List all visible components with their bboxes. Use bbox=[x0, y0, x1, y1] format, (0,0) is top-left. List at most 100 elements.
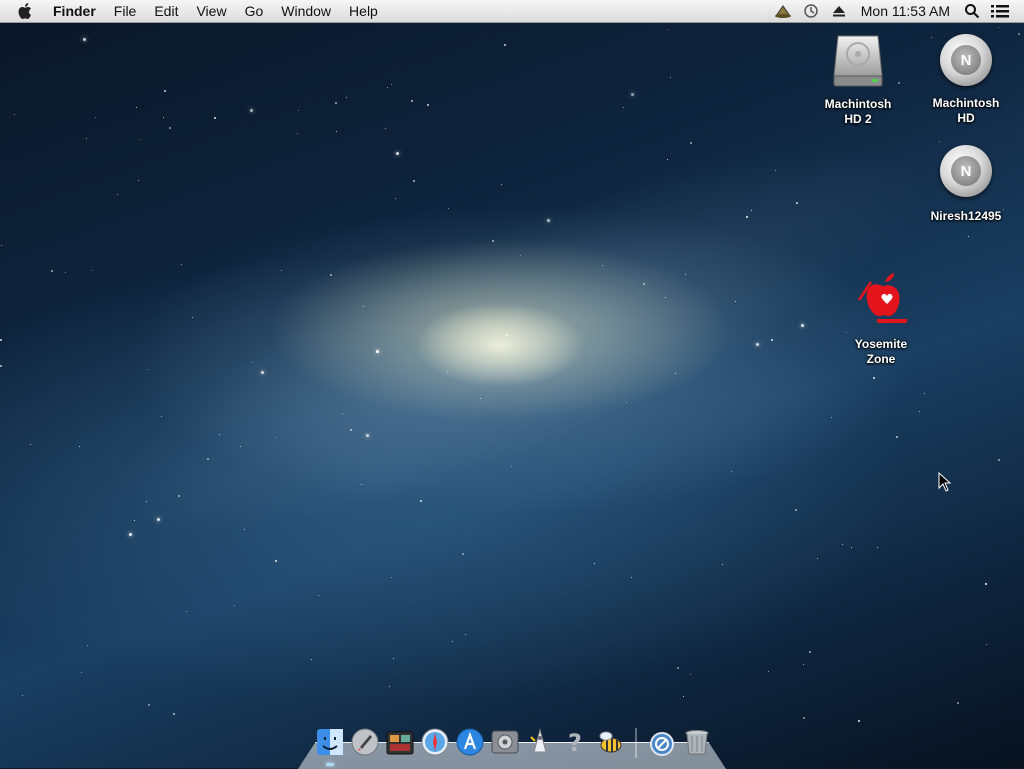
disc-icon: N bbox=[940, 145, 992, 197]
star bbox=[771, 339, 773, 341]
star bbox=[685, 274, 686, 275]
star bbox=[801, 324, 804, 327]
desktop-icon-niresh12495[interactable]: N Niresh12495 bbox=[918, 145, 1014, 224]
launchpad-icon[interactable] bbox=[349, 726, 381, 758]
star bbox=[751, 210, 752, 211]
star bbox=[129, 533, 132, 536]
star bbox=[396, 152, 399, 155]
bee-app-icon[interactable] bbox=[594, 726, 626, 758]
star bbox=[501, 184, 502, 185]
star bbox=[492, 240, 494, 242]
star bbox=[795, 509, 797, 511]
star bbox=[896, 436, 898, 438]
desktop-icon-machintosh-hd[interactable]: N Machintosh HD bbox=[918, 34, 1014, 126]
finder-icon[interactable] bbox=[314, 726, 346, 766]
star bbox=[178, 495, 180, 497]
star bbox=[346, 97, 347, 98]
star bbox=[234, 605, 235, 606]
menu-go[interactable]: Go bbox=[236, 0, 273, 22]
menu-file[interactable]: File bbox=[105, 0, 146, 22]
star bbox=[91, 270, 92, 271]
star bbox=[873, 377, 875, 379]
photo-booth-icon[interactable] bbox=[384, 726, 416, 758]
desktop-icon-label: Machintosh HD 2 bbox=[824, 97, 892, 126]
wizard-app-icon[interactable] bbox=[524, 726, 556, 758]
dock-separator bbox=[635, 728, 637, 758]
mouse-cursor-icon bbox=[938, 471, 952, 492]
menu-finder[interactable]: Finder bbox=[44, 0, 105, 22]
star bbox=[136, 107, 137, 108]
star bbox=[803, 664, 804, 665]
star bbox=[939, 141, 940, 142]
desktop-icon-yosemite-zone[interactable]: Yosemite Zone bbox=[833, 268, 929, 367]
star bbox=[411, 100, 413, 102]
star bbox=[311, 659, 312, 660]
star bbox=[968, 236, 969, 237]
star bbox=[602, 265, 603, 266]
star bbox=[81, 672, 82, 673]
star bbox=[809, 651, 811, 653]
star bbox=[342, 413, 343, 414]
desktop-icon-label: Machintosh HD bbox=[932, 96, 1000, 125]
star bbox=[387, 87, 388, 88]
spotlight-search-icon[interactable] bbox=[958, 0, 986, 22]
menu-edit[interactable]: Edit bbox=[145, 0, 187, 22]
star bbox=[95, 117, 96, 118]
notification-center-icon[interactable] bbox=[986, 0, 1014, 22]
star bbox=[14, 114, 15, 115]
star bbox=[998, 459, 1000, 461]
star bbox=[134, 520, 135, 521]
star bbox=[335, 102, 337, 104]
desktop-icon-label: Niresh12495 bbox=[930, 209, 1002, 223]
desktop-icon-machintosh-hd-2[interactable]: Machintosh HD 2 bbox=[810, 30, 906, 127]
star bbox=[161, 416, 162, 417]
star bbox=[22, 695, 23, 696]
star bbox=[447, 371, 448, 372]
star bbox=[465, 634, 466, 635]
star bbox=[803, 717, 805, 719]
star bbox=[448, 208, 449, 209]
star bbox=[192, 317, 193, 318]
safari-icon[interactable] bbox=[419, 726, 451, 758]
menubar-clock[interactable]: Mon 11:53 AM bbox=[853, 0, 958, 22]
eject-icon[interactable] bbox=[825, 0, 853, 22]
star bbox=[670, 77, 671, 78]
star bbox=[643, 283, 645, 285]
star bbox=[877, 547, 878, 548]
star bbox=[919, 411, 920, 412]
star bbox=[281, 270, 282, 271]
star bbox=[391, 84, 392, 85]
downloads-icon[interactable] bbox=[646, 726, 678, 758]
star bbox=[631, 577, 632, 578]
star bbox=[0, 339, 2, 341]
star bbox=[768, 671, 769, 672]
star bbox=[252, 362, 253, 363]
star bbox=[665, 297, 666, 298]
star bbox=[690, 674, 691, 675]
time-machine-icon[interactable] bbox=[797, 0, 825, 22]
star bbox=[318, 595, 319, 596]
star bbox=[817, 558, 818, 559]
app-store-icon[interactable] bbox=[454, 726, 486, 758]
trash-icon[interactable] bbox=[681, 726, 713, 758]
star bbox=[297, 133, 298, 134]
help-icon[interactable]: ? bbox=[559, 726, 591, 758]
star bbox=[65, 272, 66, 273]
star bbox=[30, 444, 31, 445]
star bbox=[1018, 33, 1020, 35]
star bbox=[148, 369, 149, 370]
star bbox=[139, 139, 140, 140]
system-preferences-icon[interactable] bbox=[489, 726, 521, 758]
star bbox=[756, 343, 759, 346]
alfred-hat-icon[interactable] bbox=[769, 0, 797, 22]
menu-help[interactable]: Help bbox=[340, 0, 387, 22]
menu-view[interactable]: View bbox=[187, 0, 235, 22]
menu-window[interactable]: Window bbox=[272, 0, 340, 22]
star bbox=[244, 529, 245, 530]
apple-menu-icon[interactable] bbox=[0, 3, 44, 19]
menu-bar: Finder File Edit View Go Window Help Mon… bbox=[0, 0, 1024, 23]
star bbox=[998, 27, 999, 28]
star bbox=[796, 202, 798, 204]
star bbox=[219, 434, 220, 435]
star bbox=[842, 544, 843, 545]
